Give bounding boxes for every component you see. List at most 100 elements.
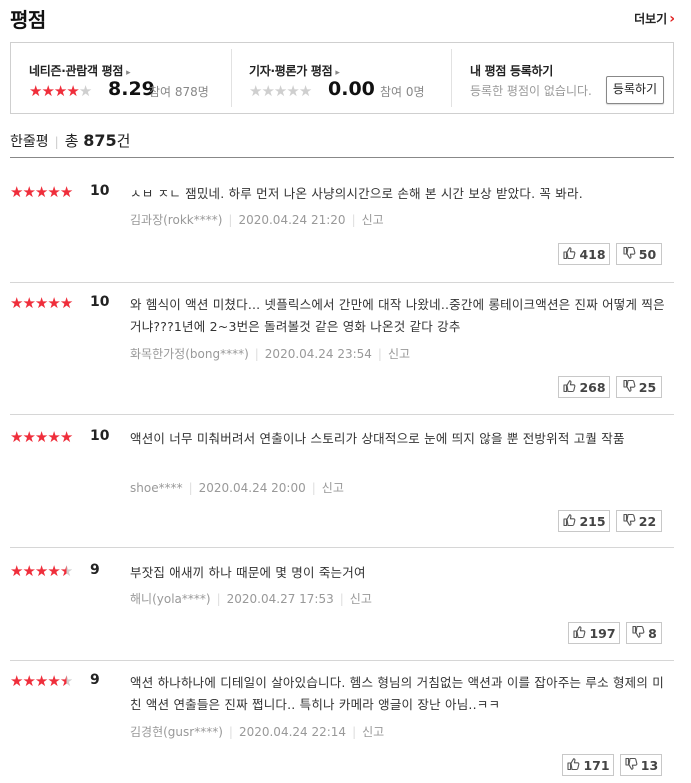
critic-score: 0.00 <box>328 78 375 100</box>
like-button[interactable]: 418 <box>558 243 610 265</box>
star-icon: ★ <box>47 428 60 446</box>
star-icon: ★ <box>47 672 60 690</box>
star-icon: ★ <box>10 672 23 690</box>
star-icon: ★ <box>34 562 48 580</box>
audience-rating-label[interactable]: 네티즌·관람객 평점 ▸ <box>29 62 131 79</box>
review-meta: 김경현(gusr****) | 2020.04.24 22:14 | 신고 <box>130 723 384 740</box>
star-icon: ★ <box>10 294 23 312</box>
like-button[interactable]: 197 <box>568 622 620 644</box>
like-button[interactable]: 171 <box>562 754 614 776</box>
star-icon: ★ <box>298 82 312 100</box>
like-count: 215 <box>579 513 606 529</box>
star-icon: ★ <box>47 294 60 312</box>
report-link[interactable]: 신고 <box>362 725 384 739</box>
star-icon: ★ <box>22 428 35 446</box>
dislike-button[interactable]: 25 <box>616 376 662 398</box>
thumbs-down-icon <box>631 625 645 642</box>
star-icon: ★ <box>53 82 67 100</box>
review-stars: ★★★★★ <box>10 562 73 580</box>
like-count: 171 <box>583 757 610 773</box>
dislike-button[interactable]: 8 <box>626 622 662 644</box>
rating-summary: 네티즌·관람객 평점 ▸ ★★★★★ 8.29 참여 878명 기자·평론가 평점… <box>10 42 674 114</box>
divider <box>451 49 452 107</box>
review-score: 10 <box>90 428 110 444</box>
more-link[interactable]: 더보기 › <box>634 10 675 27</box>
total-prefix: 총 <box>64 132 84 150</box>
star-icon: ★ <box>249 82 262 100</box>
review-text: 액션 하나하나에 디테일이 살아있습니다. 헴스 형님의 거침없는 액션과 이를… <box>130 675 664 712</box>
review-item: ★★★★★ 9 부잣집 애새끼 하나 때문에 몇 명이 죽는거여 해니(yola***… <box>10 562 674 662</box>
divider: | <box>351 213 356 227</box>
review-text: ㅅㅂ ㅈㄴ 잼밌네. 하루 먼저 나온 사냥의시간으로 손해 본 시간 보상 받… <box>130 186 583 201</box>
review-item: ★★★★★ 9 액션 하나하나에 디테일이 살아있습니다. 헴스 형님의 거침없는 … <box>10 672 674 783</box>
my-rating-empty-text: 등록한 평점이 없습니다. <box>470 84 592 98</box>
review-meta: 해니(yola****) | 2020.04.27 17:53 | 신고 <box>130 590 372 607</box>
dislike-count: 8 <box>648 625 657 641</box>
dislike-button[interactable]: 50 <box>616 243 662 265</box>
like-button[interactable]: 268 <box>558 376 610 398</box>
star-icon: ★ <box>34 428 48 446</box>
total-suffix: 건 <box>116 132 131 150</box>
review-author[interactable]: shoe**** <box>130 481 183 495</box>
review-item: ★★★★★ 10 액션이 너무 미춰버려서 연출이나 스토리가 상대적으로 눈에 띄… <box>10 428 674 560</box>
dislike-count: 25 <box>638 379 657 395</box>
critic-rating-label[interactable]: 기자·평론가 평점 ▸ <box>249 62 340 79</box>
divider <box>10 282 674 283</box>
chevron-right-icon: › <box>669 11 675 27</box>
dislike-button[interactable]: 13 <box>620 754 662 776</box>
thumbs-up-icon <box>566 757 580 774</box>
review-author[interactable]: 화목한가정(bong****) <box>130 347 249 361</box>
arrow-right-icon: ▸ <box>335 68 340 78</box>
star-icon: ★ <box>34 183 48 201</box>
review-stars: ★★★★★ <box>10 428 73 446</box>
review-author[interactable]: 김경현(gusr****) <box>130 725 223 739</box>
audience-count: 참여 878명 <box>149 85 209 99</box>
star-icon: ★ <box>10 562 23 580</box>
audience-stars: ★★★★★ <box>29 82 92 100</box>
review-date: 2020.04.24 20:00 <box>198 481 306 495</box>
review-score: 10 <box>90 183 110 199</box>
review-text: 부잣집 애새끼 하나 때문에 몇 명이 죽는거여 <box>130 565 366 580</box>
report-link[interactable]: 신고 <box>322 481 344 495</box>
star-icon: ★ <box>59 428 73 446</box>
star-icon: ★ <box>286 82 299 100</box>
review-stars: ★★★★★ <box>10 294 73 312</box>
review-stars: ★★★★★ <box>10 672 73 690</box>
register-rating-button[interactable]: 등록하기 <box>606 76 664 104</box>
star-icon: ★ <box>66 82 79 100</box>
divider: | <box>339 592 344 606</box>
my-rating: 내 평점 등록하기 등록한 평점이 없습니다. 등록하기 <box>470 43 670 113</box>
star-icon: ★ <box>34 294 48 312</box>
report-link[interactable]: 신고 <box>350 592 372 606</box>
star-icon: ★ <box>47 562 60 580</box>
divider: | <box>216 592 221 606</box>
star-icon: ★ <box>29 82 42 100</box>
like-count: 418 <box>579 246 606 262</box>
review-stars: ★★★★★ <box>10 183 73 201</box>
review-author[interactable]: 김과장(rokk****) <box>130 213 222 227</box>
section-title: 평점 <box>10 8 46 32</box>
like-count: 197 <box>589 625 616 641</box>
my-rating-label: 내 평점 등록하기 <box>470 64 553 78</box>
divider: | <box>188 481 193 495</box>
star-icon: ★ <box>34 672 48 690</box>
divider: | <box>311 481 316 495</box>
star-icon: ★ <box>59 672 73 690</box>
star-icon: ★ <box>273 82 287 100</box>
divider: | <box>254 347 259 361</box>
report-link[interactable]: 신고 <box>388 347 410 361</box>
star-icon: ★ <box>22 562 35 580</box>
review-author[interactable]: 해니(yola****) <box>130 592 211 606</box>
review-text: 와 헴식이 액션 미쳤다... 넷플릭스에서 간만에 대작 나왔네..중간에 롱… <box>130 297 665 334</box>
critic-rating: 기자·평론가 평점 ▸ ★★★★★ 0.00 참여 0명 <box>249 43 449 113</box>
divider: | <box>377 347 382 361</box>
dislike-button[interactable]: 22 <box>616 510 662 532</box>
report-link[interactable]: 신고 <box>362 213 384 227</box>
line-review-title: 한줄평 <box>10 134 49 150</box>
like-button[interactable]: 215 <box>558 510 610 532</box>
dislike-count: 13 <box>640 757 659 773</box>
dislike-count: 22 <box>638 513 657 529</box>
more-label[interactable]: 더보기 <box>634 12 667 26</box>
thumbs-down-icon <box>622 246 636 263</box>
star-icon: ★ <box>22 672 35 690</box>
